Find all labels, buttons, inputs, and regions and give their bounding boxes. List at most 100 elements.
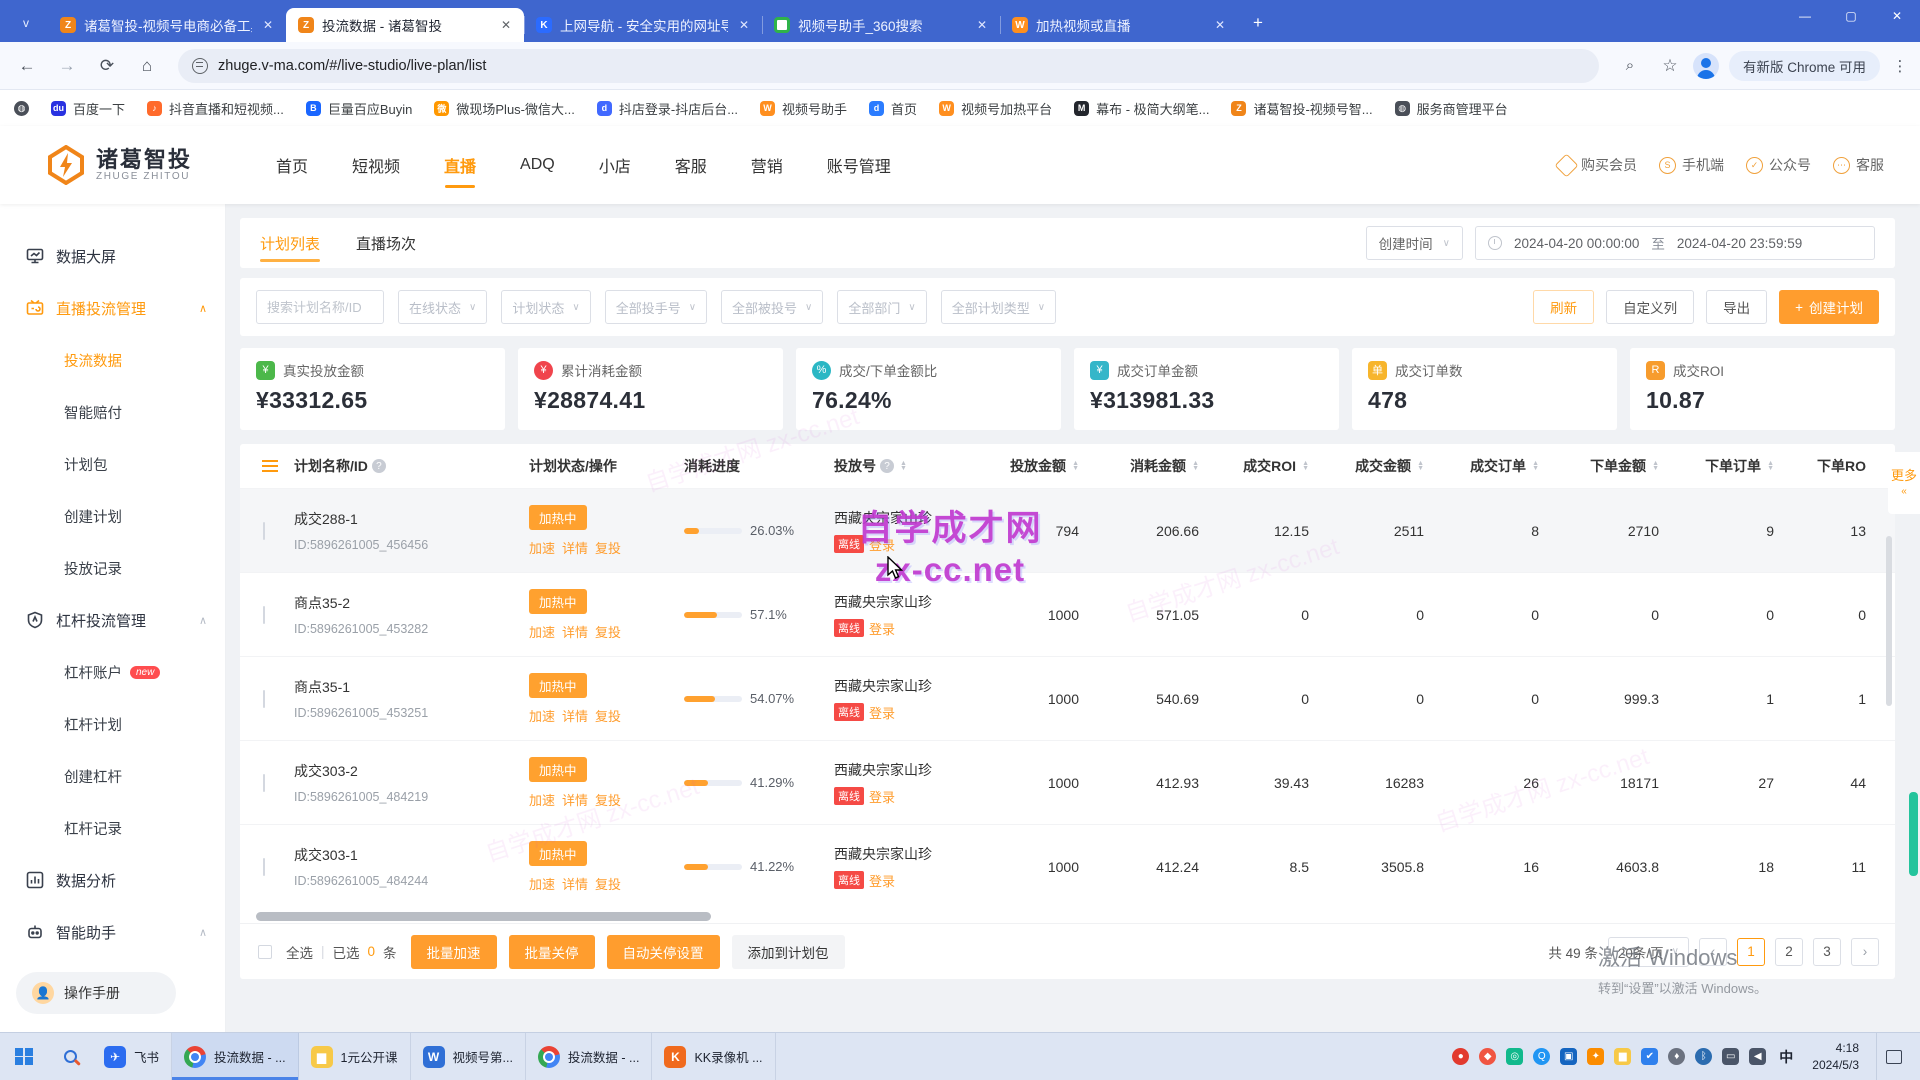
sort-icon[interactable]: ▲▼ [1072,461,1079,471]
back-icon[interactable]: ← [10,49,44,83]
action-link-加速[interactable]: 加速 [529,874,555,893]
bookmark-item[interactable]: du百度一下 [51,99,125,118]
sort-icon[interactable]: ▲▼ [1532,461,1539,471]
action-link-复投[interactable]: 复投 [595,622,621,641]
bookmark-item[interactable]: 微微现场Plus-微信大... [434,99,574,118]
tab-close-icon[interactable]: ✕ [736,18,752,32]
plan-search-input[interactable] [256,290,384,324]
site-settings-icon[interactable] [192,58,208,74]
browser-menu-icon[interactable]: ⋮ [1890,57,1910,75]
tray-volume-icon[interactable]: ◀ [1749,1048,1766,1065]
row-checkbox[interactable] [263,858,265,876]
footer-button-2[interactable]: 批量关停 [509,935,595,969]
nav-item-2[interactable]: 短视频 [352,126,400,204]
bookmark-item[interactable]: ♪抖音直播和短视频... [147,99,284,118]
taskbar-app-3[interactable]: ▆1元公开课 [299,1033,411,1080]
taskbar-app-5[interactable]: 投流数据 - ... [526,1033,653,1080]
row-checkbox[interactable] [263,522,265,540]
sidebar-item-数据大屏[interactable]: 数据大屏 [0,230,225,282]
browser-tab[interactable]: W加热视频或直播✕ [1000,8,1238,42]
sidebar-item-直播投流管理[interactable]: 直播投流管理∧ [0,282,225,334]
tray-orange-icon[interactable]: ✦ [1587,1048,1604,1065]
time-field-select[interactable]: 创建时间 ∨ [1366,226,1463,260]
new-tab-button[interactable]: + [1244,9,1272,37]
page-size-select[interactable]: 20条/页 ∨ [1608,937,1689,967]
tab-close-icon[interactable]: ✕ [260,18,276,32]
filter-select-6[interactable]: 全部计划类型∨ [941,290,1056,324]
ime-indicator[interactable]: 中 [1777,1047,1795,1067]
app-logo[interactable]: 诸葛智投 ZHUGE ZHITOU [46,145,236,185]
tray-teal-icon[interactable]: ◎ [1506,1048,1523,1065]
row-checkbox[interactable] [263,606,265,624]
bookmark-star-icon[interactable]: ☆ [1653,49,1687,83]
action-link-复投[interactable]: 复投 [595,790,621,809]
tray-shield-icon[interactable]: ✔ [1641,1048,1658,1065]
table-vertical-scrollbar[interactable] [1886,536,1892,706]
start-button[interactable] [0,1033,48,1080]
notification-center-button[interactable] [1876,1033,1910,1080]
export-button[interactable]: 导出 [1706,290,1767,324]
bookmark-globe-icon[interactable]: ◍ [14,101,29,116]
nav-item-6[interactable]: 客服 [675,126,707,204]
action-link-详情[interactable]: 详情 [562,622,588,641]
sidebar-subitem-智能赔付[interactable]: 智能赔付 [0,386,225,438]
bookmark-item[interactable]: ◍服务商管理平台 [1395,99,1508,118]
profile-avatar[interactable] [1693,53,1719,79]
bookmark-item[interactable]: Z诸葛智投-视频号智... [1231,99,1372,118]
home-icon[interactable]: ⌂ [130,49,164,83]
select-all-label[interactable]: 全选 [286,942,313,962]
sidebar-subitem-创建计划[interactable]: 创建计划 [0,490,225,542]
refresh-button[interactable]: 刷新 [1533,290,1594,324]
date-range-picker[interactable]: 2024-04-20 00:00:00 至 2024-04-20 23:59:5… [1475,226,1875,260]
action-link-详情[interactable]: 详情 [562,538,588,557]
row-checkbox[interactable] [263,690,265,708]
page-button-2[interactable]: 2 [1775,938,1803,966]
bookmark-item[interactable]: W视频号加热平台 [939,99,1052,118]
login-link[interactable]: 登录 [869,535,895,554]
header-action-2[interactable]: S手机端 [1659,155,1724,175]
bookmark-item[interactable]: M幕布 - 极简大纲笔... [1074,99,1209,118]
address-bar[interactable]: zhuge.v-ma.com/#/live-studio/live-plan/l… [178,49,1599,83]
page-button-1[interactable]: 1 [1737,938,1765,966]
window-scrollbar-thumb[interactable] [1909,792,1918,876]
hscroll-thumb[interactable] [256,912,711,921]
sort-icon[interactable]: ▲▼ [1767,461,1774,471]
action-link-加速[interactable]: 加速 [529,790,555,809]
taskbar-app-6[interactable]: KKK录像机 ... [652,1033,775,1080]
sidebar-subitem-计划包[interactable]: 计划包 [0,438,225,490]
browser-tab[interactable]: 视频号助手_360搜索✕ [762,8,1000,42]
filter-select-4[interactable]: 全部被投号∨ [721,290,823,324]
tray-mic-icon[interactable]: ♦ [1668,1048,1685,1065]
manual-button[interactable]: 👤 操作手册 [16,972,176,1014]
close-button[interactable]: ✕ [1874,0,1920,32]
login-link[interactable]: 登录 [869,619,895,638]
action-link-详情[interactable]: 详情 [562,790,588,809]
help-icon[interactable]: ? [880,459,894,473]
nav-item-8[interactable]: 账号管理 [827,126,891,204]
sort-icon[interactable]: ▲▼ [900,461,907,471]
select-all-checkbox[interactable] [258,945,272,959]
browser-tab[interactable]: Z投流数据 - 诸葛智投✕ [286,8,524,42]
search-icon[interactable]: ⌕ [1613,49,1647,83]
next-page-button[interactable]: › [1851,938,1879,966]
sidebar-subitem-创建杠杆[interactable]: 创建杠杆 [0,750,225,802]
login-link[interactable]: 登录 [869,703,895,722]
filter-select-5[interactable]: 全部部门∨ [837,290,926,324]
bookmark-item[interactable]: W视频号助手 [760,99,847,118]
page-button-3[interactable]: 3 [1813,938,1841,966]
create-plan-button[interactable]: + 创建计划 [1779,290,1879,324]
table-horizontal-scrollbar[interactable] [240,910,1895,923]
reload-icon[interactable]: ⟳ [90,49,124,83]
nav-item-3[interactable]: 直播 [444,126,476,204]
bookmark-item[interactable]: d抖店登录-抖店后台... [597,99,738,118]
action-link-详情[interactable]: 详情 [562,874,588,893]
prev-page-button[interactable]: ‹ [1699,938,1727,966]
nav-item-4[interactable]: ADQ [520,126,555,204]
forward-icon[interactable]: → [50,49,84,83]
tray-bluetooth-icon[interactable]: ᛒ [1695,1048,1712,1065]
tab-close-icon[interactable]: ✕ [1212,18,1228,32]
taskbar-app-1[interactable]: ✈飞书 [92,1033,172,1080]
help-icon[interactable]: ? [372,459,386,473]
bookmark-item[interactable]: d首页 [869,99,917,118]
sidebar-item-智能助手[interactable]: 智能助手∧ [0,906,225,958]
